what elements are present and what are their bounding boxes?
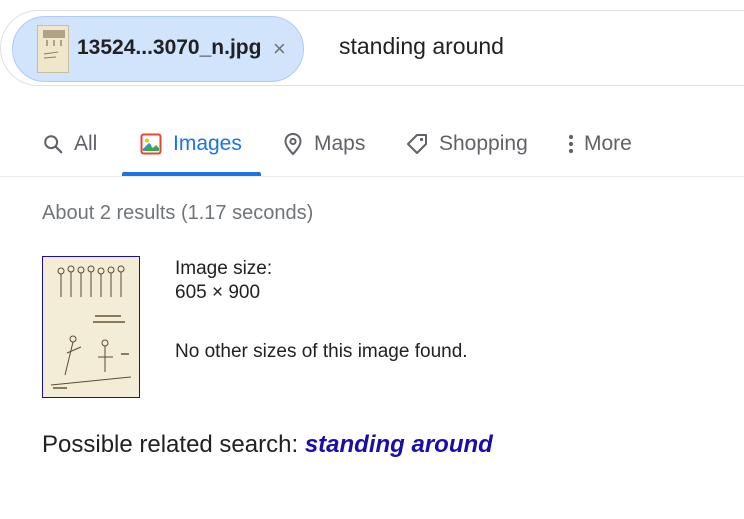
result-stats: About 2 results (1.17 seconds) xyxy=(42,202,314,224)
tab-shopping-label: Shopping xyxy=(439,132,528,155)
tab-maps[interactable]: Maps xyxy=(282,124,365,164)
image-size-value: 605 × 900 xyxy=(175,282,261,303)
chip-thumbnail xyxy=(37,25,69,73)
tab-more[interactable]: More xyxy=(566,124,632,164)
search-tabs: All Images Maps Shopping More xyxy=(0,110,744,176)
search-icon xyxy=(44,135,63,154)
close-icon[interactable]: × xyxy=(273,37,286,61)
tabs-divider xyxy=(0,176,744,177)
map-pin-icon xyxy=(284,132,302,156)
related-search-link[interactable]: standing around xyxy=(305,431,493,458)
related-search: Possible related search: standing around xyxy=(42,431,493,459)
tab-all-label: All xyxy=(74,132,98,155)
search-input[interactable]: standing around xyxy=(339,33,504,60)
no-other-sizes-text: No other sizes of this image found. xyxy=(175,341,468,362)
tab-images-label: Images xyxy=(173,132,242,155)
images-icon xyxy=(140,133,162,155)
image-size-label: Image size: xyxy=(175,258,273,279)
tab-maps-label: Maps xyxy=(314,132,366,155)
tab-all[interactable]: All xyxy=(42,124,97,164)
tab-more-label: More xyxy=(584,132,632,155)
image-query-chip[interactable]: 13524...3070_n.jpg × xyxy=(12,16,304,82)
more-vert-icon xyxy=(568,134,574,154)
tab-shopping[interactable]: Shopping xyxy=(405,124,528,164)
result-image-thumbnail[interactable] xyxy=(42,256,140,398)
chip-filename: 13524...3070_n.jpg xyxy=(77,36,262,59)
related-search-label: Possible related search: xyxy=(42,431,299,458)
tag-icon xyxy=(407,134,427,154)
tab-images[interactable]: Images xyxy=(139,124,242,164)
